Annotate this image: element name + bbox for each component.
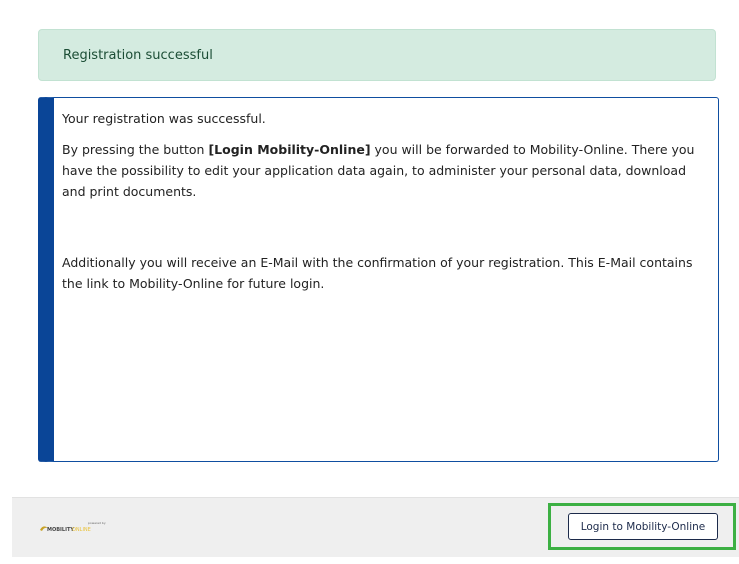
login-mobility-online-button[interactable]: Login to Mobility-Online [568,513,718,540]
mobility-online-logo-icon: powered by MOBILITY ONLINE [40,521,106,533]
registration-message-box: Your registration was successful. By pre… [38,97,719,462]
success-alert-text: Registration successful [63,47,213,63]
registration-page: Registration successful Your registratio… [0,0,739,564]
success-alert: Registration successful [38,29,716,81]
message-p2-prefix: By pressing the button [62,142,209,157]
message-line-1: Your registration was successful. [62,111,266,126]
message-paragraph-2: By pressing the button [Login Mobility-O… [62,139,710,202]
message-p2-bold: [Login Mobility-Online] [208,142,371,157]
logo-small-text: powered by [88,521,106,525]
logo-word-online: ONLINE [72,527,91,533]
logo-word-mobility: MOBILITY [47,527,74,533]
message-paragraph-3: Additionally you will receive an E-Mail … [62,255,693,291]
